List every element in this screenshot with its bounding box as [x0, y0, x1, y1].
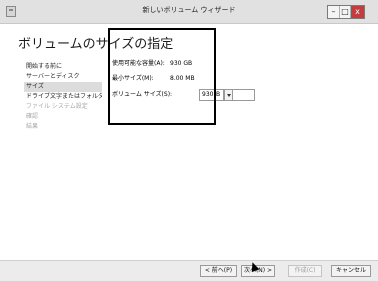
nav-item-results: 結果 — [26, 123, 39, 130]
maximize-button[interactable]: □ — [339, 6, 350, 18]
nav-item-server-disk[interactable]: サーバーとディスク — [24, 72, 102, 82]
nav-item-file-system: ファイル システム設定 — [26, 103, 88, 110]
close-button[interactable]: x — [350, 6, 364, 18]
nav-item-before-begin[interactable]: 開始する前に — [24, 62, 102, 72]
create-button: 作成(C) — [288, 265, 322, 277]
nav-item-drive-letter[interactable]: ドライブ文字またはフォルダー — [24, 92, 102, 102]
nav-item-size[interactable]: サイズ — [24, 82, 102, 92]
window-controls: – □ x — [327, 5, 365, 19]
previous-button[interactable]: < 前へ(P) — [200, 265, 237, 277]
title-bar: 新しいボリューム ウィザード – □ x — [0, 0, 378, 24]
chevron-down-icon[interactable] — [224, 89, 233, 101]
wizard-steps: 開始する前に サーバーとディスク サイズ ドライブ文字またはフォルダー ファイル… — [24, 62, 102, 132]
window-title: 新しいボリューム ウィザード — [142, 6, 236, 14]
minimize-button[interactable]: – — [328, 6, 339, 18]
highlight-box-form — [108, 28, 216, 125]
cancel-button[interactable]: キャンセル — [331, 265, 371, 277]
nav-item-confirmation: 確認 — [26, 113, 39, 120]
